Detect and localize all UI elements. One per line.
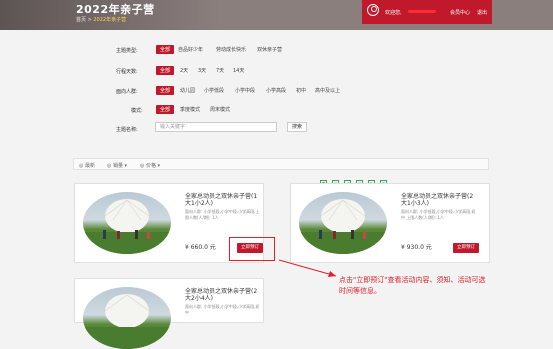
filter-option[interactable]: 小学低段 [204,87,224,94]
filter-option[interactable]: 劳动成长快乐 [216,46,246,53]
sort-latest[interactable]: ◎ 最新 [79,162,95,169]
header-banner: 2022年亲子营 首页 > 2022年亲子营 欢迎您, 会员中心 退出 [0,0,553,30]
filter-option[interactable]: 全部 [156,105,175,114]
filter-option[interactable]: 季度模式 [180,106,200,113]
sort-sales[interactable]: ◎ 销量 ▾ [107,162,127,169]
highlight-box [229,237,275,261]
filter-option[interactable]: 自品好少年 [178,46,203,53]
filter-label: 面向人群: [116,89,138,95]
sort-bar: ◎ 最新 ◎ 销量 ▾ ◎ 价格 ▾ [73,158,489,170]
breadcrumb-current: 2022年亲子营 [93,17,127,23]
filter-label: 行程天数: [116,69,138,75]
search-input[interactable]: 输入关键字 [155,122,277,132]
filter-option[interactable]: 全部 [156,86,175,95]
sort-price[interactable]: ◎ 价格 ▾ [140,162,160,169]
parachute-photo[interactable] [83,287,171,349]
card-description: 面向人群: 小学低段,小学中段,小学高段,上限人数(人/期): 1人 [185,209,260,220]
filter-option[interactable]: 高中及以上 [315,87,340,94]
breadcrumb: 首页 > 2022年亲子营 [76,16,126,23]
filter-option[interactable]: 全部 [156,45,175,54]
redacted-username [408,10,436,13]
filter-option[interactable]: 小学中段 [235,87,255,94]
filter-option[interactable]: 14天 [233,67,244,74]
filter-option[interactable]: 全部 [156,66,175,75]
product-card[interactable]: 全家总动员之双休亲子营(2大2小4人) 面向人群: 小学低段,小学中段,小学高段… [74,278,264,349]
filter-label: 主题名称: [116,127,138,133]
annotation-text: 点击"立即预订"查看活动内容、须知、活动可选时间等信息。 [339,276,486,295]
user-avatar-icon[interactable] [367,4,379,16]
user-bar: 欢迎您, 会员中心 退出 [362,0,492,24]
member-center-link[interactable]: 会员中心 [450,9,470,16]
filter-label: 主题类型: [116,48,138,54]
product-card[interactable]: 全家总动员之双休亲子营(2大1小3人) 面向人群: 小学低段,小学中段,小学高段… [290,183,490,263]
search-button[interactable]: 搜索 [287,122,307,132]
card-price: ¥ 660.0 元 [185,244,216,251]
card-price: ¥ 930.0 元 [401,244,432,251]
filter-option[interactable]: 7天 [216,67,224,74]
card-description: 面向人群: 小学低段,小学中段,小学高段,初中 上限人数(人/期): 1人 [401,209,476,220]
card-title[interactable]: 全家总动员之双休亲子营(2大1小3人) [401,193,479,207]
welcome-text: 欢迎您, [385,10,402,16]
arrow-icon [278,259,337,277]
parachute-photo[interactable] [83,192,171,254]
book-now-button[interactable]: 立即预订 [453,243,479,253]
filter-option[interactable]: 初中 [296,87,306,94]
logout-link[interactable]: 退出 [477,9,487,16]
filter-option[interactable]: 3天 [198,67,206,74]
page-title: 2022年亲子营 [76,3,155,16]
breadcrumb-home[interactable]: 首页 > [76,17,92,23]
filter-option[interactable]: 双休亲子营 [257,46,282,53]
card-title[interactable]: 全家总动员之双休亲子营(1大1小2人) [185,193,263,207]
card-description: 面向人群: 小学低段,小学中段,小学高段,初中 [185,304,260,315]
card-title[interactable]: 全家总动员之双休亲子营(2大2小4人) [185,288,263,302]
filter-option[interactable]: 2天 [180,67,188,74]
filter-option[interactable]: 周末模式 [210,106,230,113]
parachute-photo[interactable] [299,192,387,254]
filter-option[interactable]: 小学高段 [266,87,286,94]
filter-option[interactable]: 幼儿园 [180,87,195,94]
